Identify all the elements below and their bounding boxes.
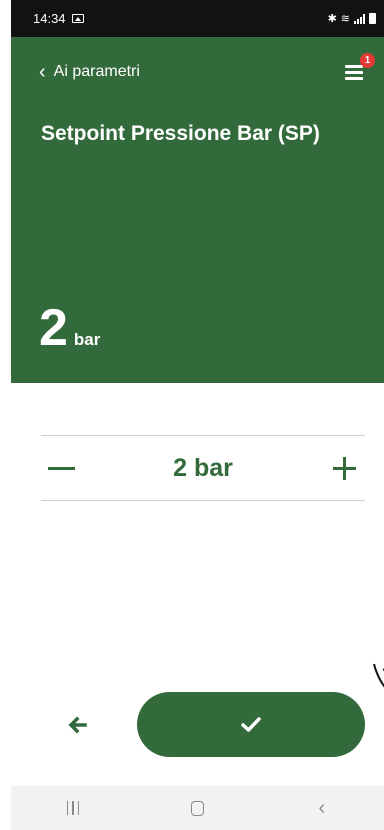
parameter-header: ‹ Ai parametri 1 Setpoint Pressione Bar …: [11, 37, 384, 383]
page-title: Setpoint Pressione Bar (SP): [41, 122, 320, 145]
image-notification-icon: [71, 14, 84, 23]
previous-button[interactable]: [63, 710, 93, 740]
status-time: 14:34: [33, 11, 66, 26]
confirm-button[interactable]: [137, 692, 365, 757]
menu-button[interactable]: 1: [345, 53, 375, 83]
home-icon: [190, 800, 204, 816]
decrement-button[interactable]: [41, 448, 81, 488]
check-icon: [241, 716, 261, 732]
scribble-mark: [373, 663, 384, 688]
bluetooth-icon: ✱: [327, 13, 337, 25]
hamburger-line: [345, 77, 363, 80]
stepper-value: 2 bar: [173, 453, 233, 482]
current-value-display: 2 bar: [39, 300, 100, 356]
notification-badge: 1: [360, 53, 375, 68]
hamburger-line: [345, 71, 363, 74]
back-to-parameters-link[interactable]: ‹ Ai parametri: [39, 61, 140, 83]
back-icon: ‹: [318, 796, 326, 819]
current-unit: bar: [73, 330, 101, 349]
wifi-icon: ≋: [340, 13, 350, 25]
nav-recents-button[interactable]: [43, 786, 103, 830]
battery-icon: [369, 13, 376, 24]
signal-icon: [354, 13, 365, 24]
status-bar: 14:34 ✱ ≋: [11, 0, 384, 37]
current-value: 2: [39, 299, 68, 357]
plus-icon: [333, 456, 357, 480]
minus-icon: [47, 466, 75, 470]
nav-back-button[interactable]: ‹: [292, 786, 352, 830]
arrow-left-icon: [68, 716, 87, 734]
system-nav-bar: ‹: [11, 786, 384, 830]
app-screen: 14:34 ✱ ≋ ‹ Ai parametri 1 Setpoint Pres…: [11, 0, 384, 830]
hamburger-icon: [345, 65, 363, 68]
nav-home-button[interactable]: [167, 786, 227, 830]
recents-icon: [66, 801, 80, 815]
chevron-left-icon: ‹: [39, 61, 46, 83]
value-stepper: 2 bar: [41, 435, 365, 501]
increment-button[interactable]: [325, 448, 365, 488]
back-link-label: Ai parametri: [53, 63, 140, 80]
